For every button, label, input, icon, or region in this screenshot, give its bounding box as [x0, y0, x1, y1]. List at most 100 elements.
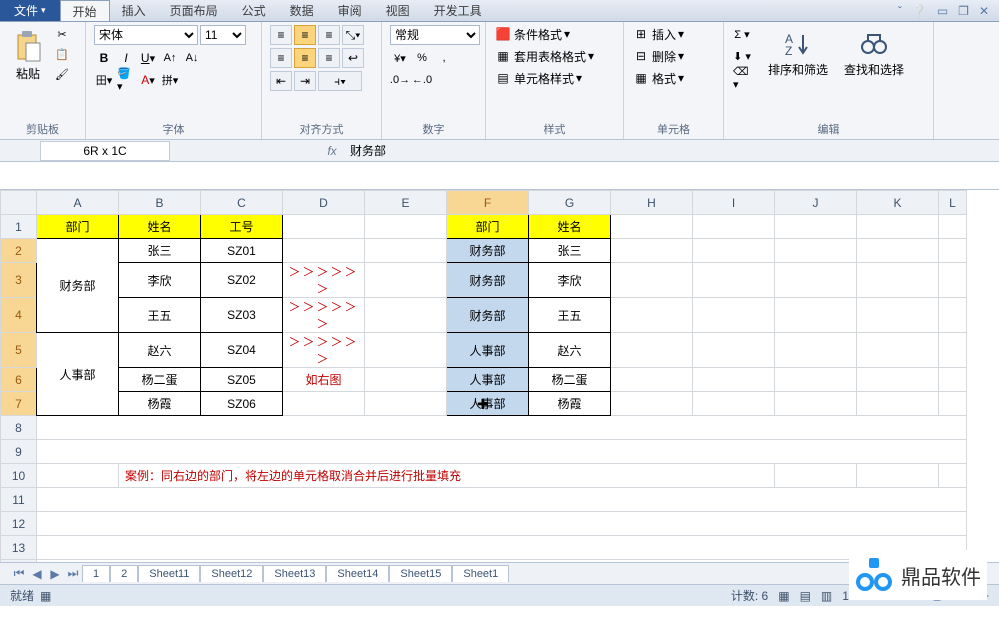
orientation-button[interactable]: ⤡▾	[342, 25, 364, 45]
tab-home[interactable]: 开始	[60, 0, 110, 21]
sheet-tab[interactable]: Sheet14	[326, 565, 389, 582]
cell[interactable]: 张三	[529, 239, 611, 263]
row-header[interactable]: 4	[1, 298, 37, 333]
help-icon[interactable]: ❔	[912, 4, 927, 18]
sheet-last-icon[interactable]: ⏭	[64, 565, 82, 583]
shrink-font-button[interactable]: A↓	[182, 49, 202, 67]
col-header[interactable]: G	[529, 191, 611, 215]
sheet-tab[interactable]: 1	[82, 565, 110, 582]
row-header[interactable]: 3	[1, 263, 37, 298]
view-pagebreak-icon[interactable]: ▥	[821, 589, 832, 603]
wrap-text-button[interactable]: ↩	[342, 48, 364, 68]
cell[interactable]: 张三	[119, 239, 201, 263]
row-header[interactable]: 8	[1, 416, 37, 440]
sheet-first-icon[interactable]: ⏮	[10, 565, 28, 583]
cell[interactable]: 杨霞	[119, 392, 201, 416]
name-box[interactable]: 6R x 1C	[40, 141, 170, 161]
cell[interactable]: 财务部	[37, 239, 119, 333]
merge-button[interactable]: ⫞▾	[318, 71, 362, 91]
col-header[interactable]: E	[365, 191, 447, 215]
row-header[interactable]: 13	[1, 536, 37, 560]
align-top-button[interactable]: ≡	[270, 25, 292, 45]
col-header[interactable]: J	[775, 191, 857, 215]
tab-data[interactable]: 数据	[278, 0, 326, 21]
cell[interactable]: 李欣	[529, 263, 611, 298]
row-header[interactable]: 1	[1, 215, 37, 239]
sheet-tab[interactable]: Sheet11	[138, 565, 200, 582]
col-header[interactable]: L	[939, 191, 967, 215]
paste-button[interactable]: 粘贴	[8, 25, 48, 86]
col-header[interactable]: I	[693, 191, 775, 215]
autosum-button[interactable]: Σ ▾	[732, 25, 752, 43]
col-header[interactable]: C	[201, 191, 283, 215]
sheet-next-icon[interactable]: ▶	[46, 565, 64, 583]
sheet-tab[interactable]: Sheet13	[263, 565, 326, 582]
cell[interactable]: 赵六	[529, 333, 611, 368]
col-header[interactable]: K	[857, 191, 939, 215]
find-select-button[interactable]: 查找和选择	[838, 25, 910, 82]
italic-button[interactable]: I	[116, 49, 136, 67]
col-header[interactable]: F	[447, 191, 529, 215]
tab-file[interactable]: 文件	[0, 0, 60, 21]
copy-button[interactable]: 📋	[52, 45, 72, 63]
cut-button[interactable]: ✂	[52, 25, 72, 43]
tab-review[interactable]: 审阅	[326, 0, 374, 21]
sheet-tab[interactable]: Sheet1	[452, 565, 509, 582]
comma-button[interactable]: ,	[434, 49, 454, 67]
phonetic-button[interactable]: 拼▾	[160, 71, 180, 89]
cell[interactable]: 李欣	[119, 263, 201, 298]
cell[interactable]: 杨霞	[529, 392, 611, 416]
align-center-button[interactable]: ≡	[294, 48, 316, 68]
col-header[interactable]: H	[611, 191, 693, 215]
row-header[interactable]: 10	[1, 464, 37, 488]
row-header[interactable]: 2	[1, 239, 37, 263]
align-middle-button[interactable]: ≡	[294, 25, 316, 45]
cell[interactable]: SZ06	[201, 392, 283, 416]
cell[interactable]: 部门	[447, 215, 529, 239]
cell[interactable]: 人事部✚	[447, 392, 529, 416]
tab-formula[interactable]: 公式	[230, 0, 278, 21]
macro-icon[interactable]: ▦	[40, 589, 51, 603]
cell[interactable]: SZ03	[201, 298, 283, 333]
fill-color-button[interactable]: 🪣▾	[116, 71, 136, 89]
row-header[interactable]: 14	[1, 560, 37, 563]
cell[interactable]: SZ04	[201, 333, 283, 368]
cell[interactable]: 王五	[529, 298, 611, 333]
spreadsheet[interactable]: A B C D E F G H I J K L 1 部门 姓名 工号 部门 姓名…	[0, 190, 999, 562]
grow-font-button[interactable]: A↑	[160, 49, 180, 67]
row-header[interactable]: 7	[1, 392, 37, 416]
cell[interactable]: 部门	[37, 215, 119, 239]
insert-cells-button[interactable]: ⊞插入 ▾	[632, 25, 684, 43]
row-header[interactable]: 6	[1, 368, 37, 392]
font-color-button[interactable]: A▾	[138, 71, 158, 89]
font-name-select[interactable]: 宋体	[94, 25, 198, 45]
col-header[interactable]: A	[37, 191, 119, 215]
cell[interactable]: 姓名	[119, 215, 201, 239]
sort-filter-button[interactable]: AZ 排序和筛选	[762, 25, 834, 82]
cell[interactable]: 财务部	[447, 298, 529, 333]
cell[interactable]: 人事部	[37, 333, 119, 416]
format-cells-button[interactable]: ▦格式 ▾	[632, 69, 684, 87]
sheet-tab[interactable]: Sheet15	[389, 565, 452, 582]
indent-dec-button[interactable]: ⇤	[270, 71, 292, 91]
select-all-corner[interactable]	[1, 191, 37, 215]
view-layout-icon[interactable]: ▤	[800, 589, 811, 603]
tab-view[interactable]: 视图	[374, 0, 422, 21]
currency-button[interactable]: ¥▾	[390, 49, 410, 67]
view-normal-icon[interactable]: ▦	[778, 589, 789, 603]
cell[interactable]: 财务部	[447, 263, 529, 298]
close-icon[interactable]: ✕	[979, 4, 989, 18]
cell[interactable]: 人事部	[447, 333, 529, 368]
align-bottom-button[interactable]: ≡	[318, 25, 340, 45]
delete-cells-button[interactable]: ⊟删除 ▾	[632, 47, 684, 65]
inc-decimal-button[interactable]: .0→	[390, 71, 410, 89]
cell[interactable]: 姓名	[529, 215, 611, 239]
sheet-tab[interactable]: Sheet12	[200, 565, 263, 582]
indent-inc-button[interactable]: ⇥	[294, 71, 316, 91]
cell[interactable]: SZ02	[201, 263, 283, 298]
conditional-format-button[interactable]: 🟥条件格式 ▾	[494, 25, 570, 43]
tab-layout[interactable]: 页面布局	[158, 0, 230, 21]
dec-decimal-button[interactable]: ←.0	[412, 71, 432, 89]
cell[interactable]: 杨二蛋	[529, 368, 611, 392]
align-left-button[interactable]: ≡	[270, 48, 292, 68]
